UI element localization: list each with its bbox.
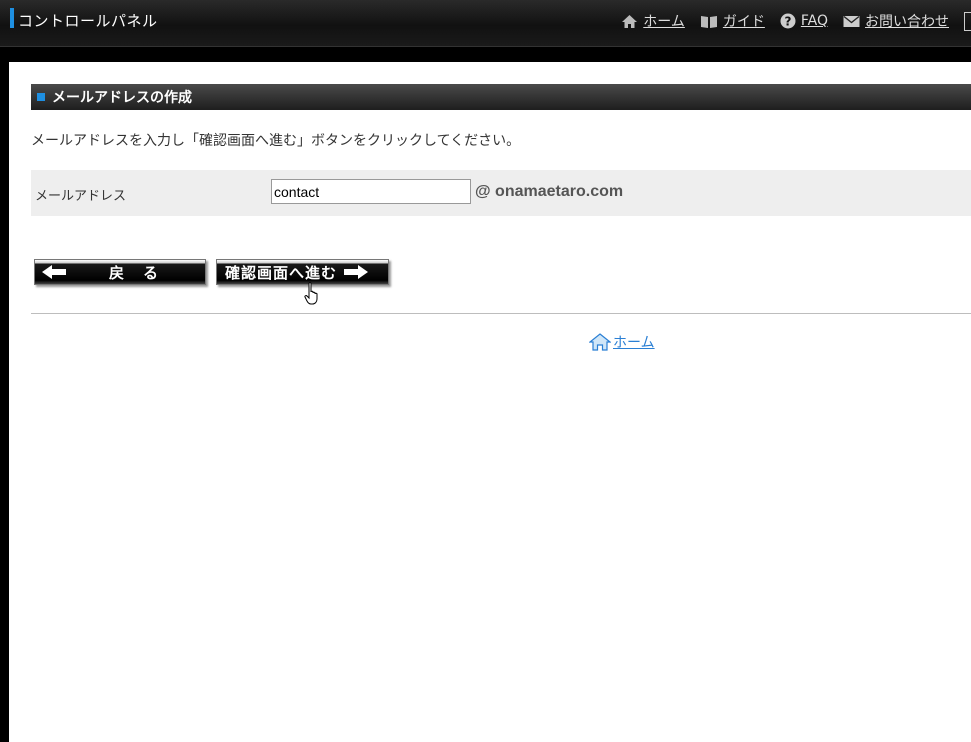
nav-guide[interactable]: ガイド — [700, 11, 765, 31]
header-accent — [10, 8, 14, 28]
book-icon — [700, 15, 717, 28]
nav-contact[interactable]: お問い合わせ — [843, 11, 949, 31]
app-window: コントロールパネル ホーム ガイド ? FAQ お問い合わせ メールアドレスの作… — [0, 0, 971, 742]
section-title: メールアドレスの作成 — [52, 90, 192, 106]
section-header: メールアドレスの作成 — [31, 84, 971, 110]
nav-home[interactable]: ホーム — [621, 11, 685, 31]
email-label: メールアドレス — [35, 189, 127, 204]
nav-home-label[interactable]: ホーム — [643, 11, 685, 31]
nav-faq[interactable]: ? FAQ — [780, 13, 828, 29]
mail-icon — [843, 15, 860, 27]
top-nav: ホーム ガイド ? FAQ お問い合わせ — [621, 11, 971, 31]
home-icon — [589, 333, 611, 351]
section-marker-icon — [37, 93, 45, 101]
nav-contact-label[interactable]: お問い合わせ — [865, 11, 949, 31]
nav-edge — [964, 11, 971, 31]
next-button[interactable]: 確認画面へ進む — [216, 259, 389, 285]
nav-faq-label[interactable]: FAQ — [801, 13, 828, 29]
hand-cursor-icon — [304, 282, 318, 305]
instruction-text: メールアドレスを入力し「確認画面へ進む」ボタンをクリックしてください。 — [31, 133, 521, 149]
divider — [31, 313, 971, 314]
arrow-right-icon — [344, 265, 369, 279]
email-domain: @ onamaetaro.com — [475, 183, 624, 200]
home-icon — [622, 14, 638, 28]
email-form-row: メールアドレス @ onamaetaro.com — [31, 170, 971, 216]
back-button[interactable]: 戻 る — [34, 259, 206, 285]
svg-text:?: ? — [784, 15, 791, 29]
nav-guide-label[interactable]: ガイド — [723, 11, 765, 31]
content-panel: メールアドレスの作成 メールアドレスを入力し「確認画面へ進む」ボタンをクリックし… — [9, 62, 971, 742]
app-title: コントロールパネル — [18, 12, 158, 30]
arrow-left-icon — [42, 265, 66, 279]
top-header: コントロールパネル ホーム ガイド ? FAQ お問い合わせ — [0, 0, 971, 47]
email-input[interactable] — [271, 179, 471, 204]
next-button-label: 確認画面へ進む — [225, 263, 338, 282]
footer-home-label[interactable]: ホーム — [613, 332, 655, 352]
help-icon: ? — [780, 13, 796, 29]
footer-home-link[interactable]: ホーム — [589, 332, 655, 352]
back-button-label: 戻 る — [109, 263, 161, 282]
